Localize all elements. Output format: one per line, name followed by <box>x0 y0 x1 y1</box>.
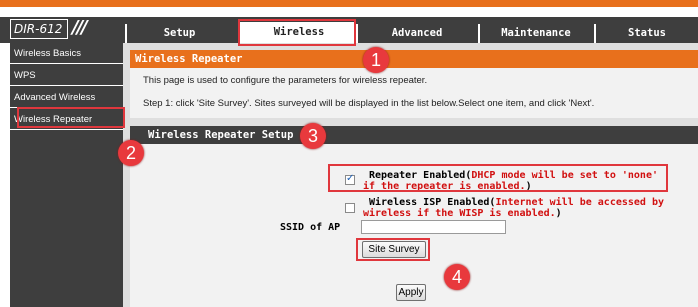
highlight-wireless-tab <box>238 19 356 46</box>
sidebar-item-wireless-basics[interactable]: Wireless Basics <box>10 43 123 64</box>
tab-maintenance[interactable]: Maintenance <box>478 24 592 43</box>
top-band <box>0 7 698 17</box>
highlight-site-survey <box>356 238 430 261</box>
tab-setup[interactable]: Setup <box>125 24 232 43</box>
router-admin-page: DIR-612 /// Setup Wireless Advanced Main… <box>0 0 698 307</box>
wireless-repeater-heading: Wireless Repeater <box>130 50 698 68</box>
tab-advanced[interactable]: Advanced <box>356 24 476 43</box>
sidebar-item-wps[interactable]: WPS <box>10 65 123 86</box>
logo-model-text: DIR-612 <box>10 19 68 39</box>
wisp-enabled-title: Wireless ISP Enabled( <box>369 197 496 208</box>
wisp-enabled-checkbox[interactable] <box>345 203 355 213</box>
device-logo: DIR-612 /// <box>10 17 120 41</box>
ssid-input[interactable] <box>361 220 506 234</box>
highlight-repeater-enabled <box>328 164 668 192</box>
sidebar: Wireless Basics WPS Advanced Wireless Wi… <box>10 43 123 307</box>
logo-slashes: /// <box>72 17 88 38</box>
step-marker-3: 3 <box>300 123 326 149</box>
step-marker-2: 2 <box>118 140 144 166</box>
highlight-wireless-repeater <box>17 107 125 128</box>
ssid-label: SSID of AP <box>280 222 341 233</box>
step-marker-4: 4 <box>444 264 470 290</box>
wisp-enabled-close: ) <box>555 208 562 219</box>
sidebar-item-advanced-wireless[interactable]: Advanced Wireless <box>10 87 123 108</box>
top-accent-stripe <box>0 0 698 7</box>
tab-status[interactable]: Status <box>594 24 698 43</box>
repeater-step-instructions: Step 1: click 'Site Survey'. Sites surve… <box>143 98 595 109</box>
repeater-setup-heading: Wireless Repeater Setup <box>130 126 698 144</box>
step-marker-1: 1 <box>363 47 389 73</box>
repeater-description: This page is used to configure the param… <box>143 75 428 86</box>
wisp-enabled-label: Wireless ISP Enabled(Internet will be ac… <box>363 197 675 219</box>
apply-button[interactable]: Apply <box>396 284 426 301</box>
